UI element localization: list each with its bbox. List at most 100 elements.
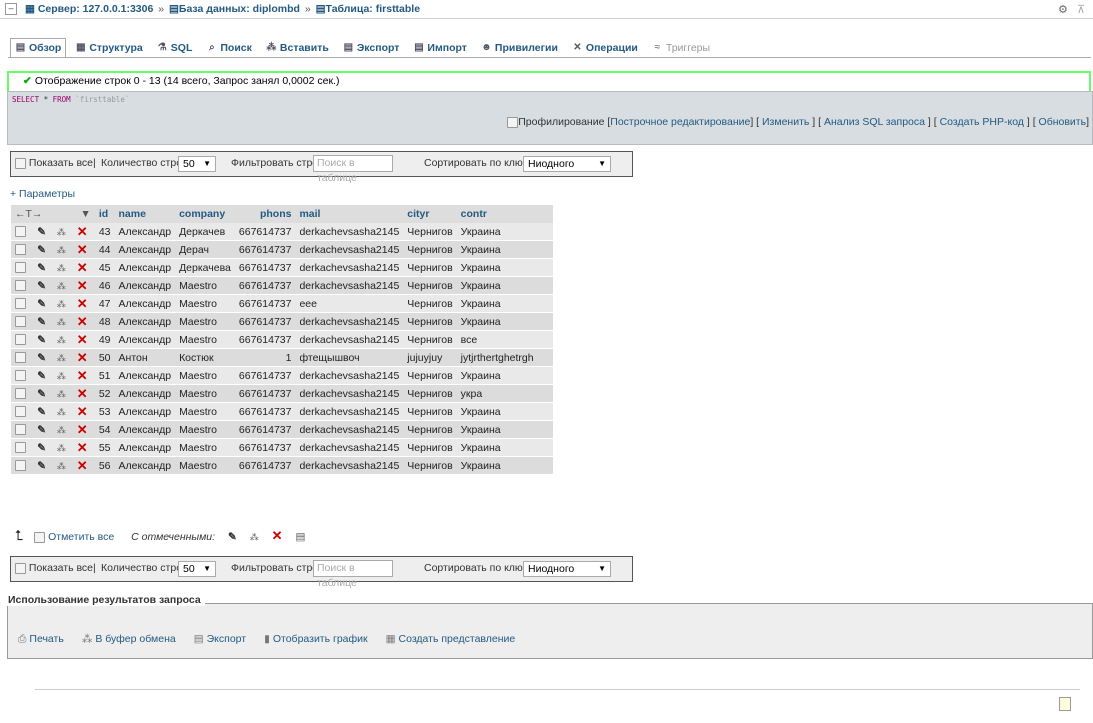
column-arrows-header[interactable]: ←T→ ▼ — [11, 205, 95, 223]
table-cell[interactable]: Maestro — [175, 276, 235, 295]
table-cell[interactable]: Александр — [114, 438, 176, 457]
table-cell[interactable]: Maestro — [175, 312, 235, 331]
table-cell[interactable]: Украина — [456, 312, 553, 331]
table-cell[interactable]: Чернигов — [403, 402, 457, 421]
table-cell[interactable]: Maestro — [175, 438, 235, 457]
table-cell[interactable]: укра — [456, 384, 553, 403]
table-cell[interactable]: Дерач — [175, 240, 235, 259]
table-cell[interactable]: Александр — [114, 258, 176, 277]
row-checkbox[interactable] — [15, 280, 26, 292]
sort-by-key-select[interactable]: Ниодного ▼ — [523, 561, 611, 577]
table-cell[interactable]: derkachevsasha2145 — [295, 276, 404, 295]
table-cell[interactable]: Maestro — [175, 420, 235, 439]
table-cell[interactable]: фтещышвоч — [295, 348, 404, 367]
copy-row-icon[interactable]: ⁂ — [57, 425, 66, 435]
table-cell[interactable]: Украина — [456, 402, 553, 421]
copy-row-icon[interactable]: ⁂ — [57, 335, 66, 345]
tab-import[interactable]: ▤ Импорт — [408, 38, 472, 57]
table-cell[interactable]: Александр — [114, 456, 176, 475]
table-cell[interactable]: 44 — [94, 240, 115, 259]
check-all-checkbox[interactable] — [34, 531, 46, 543]
inline-edit-link[interactable]: Построчное редактирование — [610, 116, 750, 128]
copy-row-icon[interactable]: ⁂ — [57, 371, 66, 381]
show-all-checkbox[interactable] — [15, 157, 26, 169]
edit-pencil-icon[interactable]: ✎ — [37, 442, 46, 454]
table-cell[interactable]: 667614737 — [234, 438, 296, 457]
row-checkbox[interactable] — [15, 352, 26, 364]
row-checkbox[interactable] — [15, 298, 26, 310]
collapse-navigation-button[interactable]: – — [5, 3, 17, 15]
options-link[interactable]: + Параметры — [10, 188, 75, 200]
settings-icon[interactable]: ⚙ — [1058, 4, 1068, 16]
table-cell[interactable]: 667614737 — [234, 456, 296, 475]
table-cell[interactable]: Maestro — [175, 330, 235, 349]
edit-pencil-icon[interactable]: ✎ — [37, 298, 46, 310]
table-cell[interactable]: 667614737 — [234, 384, 296, 403]
table-cell[interactable]: derkachevsasha2145 — [295, 312, 404, 331]
breadcrumb-database[interactable]: База данных: diplombd — [179, 3, 300, 15]
copy-row-icon[interactable]: ⁂ — [57, 407, 66, 417]
delete-selected-icon[interactable]: ✕ — [272, 528, 283, 543]
table-cell[interactable]: Maestro — [175, 402, 235, 421]
tab-insert[interactable]: ⁂ Вставить — [261, 38, 334, 57]
delete-row-icon[interactable]: ✕ — [77, 296, 88, 311]
edit-pencil-icon[interactable]: ✎ — [37, 370, 46, 382]
table-cell[interactable]: 52 — [94, 384, 115, 403]
tab-sql[interactable]: ⚗ SQL — [152, 38, 198, 57]
column-header-id[interactable]: id — [94, 205, 115, 223]
breadcrumb-server[interactable]: Сервер: 127.0.0.1:3306 — [38, 3, 153, 15]
row-checkbox[interactable] — [15, 334, 26, 346]
table-cell[interactable]: derkachevsasha2145 — [295, 258, 404, 277]
create-view-link[interactable]: ▦ Создать представление — [386, 633, 516, 646]
show-all-checkbox[interactable] — [15, 562, 26, 574]
tab-operations[interactable]: ✕ Операции — [567, 38, 643, 57]
row-checkbox[interactable] — [15, 442, 26, 454]
console-icon[interactable] — [1059, 697, 1071, 711]
table-cell[interactable]: derkachevsasha2145 — [295, 402, 404, 421]
table-cell[interactable]: Александр — [114, 384, 176, 403]
clipboard-link[interactable]: ⁂ В буфер обмена — [82, 633, 176, 646]
edit-pencil-icon[interactable]: ✎ — [37, 262, 46, 274]
delete-row-icon[interactable]: ✕ — [77, 350, 88, 365]
column-header-company[interactable]: company — [175, 205, 235, 223]
column-header-phons[interactable]: phons — [234, 205, 296, 223]
table-cell[interactable]: 667614737 — [234, 294, 296, 313]
tab-browse[interactable]: ▤ Обзор — [10, 38, 67, 57]
delete-row-icon[interactable]: ✕ — [77, 386, 88, 401]
delete-row-icon[interactable]: ✕ — [77, 260, 88, 275]
table-cell[interactable]: 667614737 — [234, 420, 296, 439]
table-cell[interactable]: Украина — [456, 240, 553, 259]
edit-pencil-icon[interactable]: ✎ — [37, 460, 46, 472]
table-cell[interactable]: 45 — [94, 258, 115, 277]
row-checkbox[interactable] — [15, 262, 26, 274]
table-cell[interactable]: Чернигов — [403, 223, 457, 241]
print-link[interactable]: ⎙ Печать — [18, 633, 64, 646]
copy-row-icon[interactable]: ⁂ — [57, 317, 66, 327]
delete-row-icon[interactable]: ✕ — [77, 278, 88, 293]
table-cell[interactable]: Чернигов — [403, 456, 457, 475]
row-checkbox[interactable] — [15, 406, 26, 418]
row-checkbox[interactable] — [15, 244, 26, 256]
table-cell[interactable]: Александр — [114, 312, 176, 331]
table-cell[interactable]: Чернигов — [403, 330, 457, 349]
table-cell[interactable]: Чернигов — [403, 420, 457, 439]
copy-row-icon[interactable]: ⁂ — [57, 461, 66, 471]
column-header-cityr[interactable]: cityr — [403, 205, 457, 223]
edit-pencil-icon[interactable]: ✎ — [37, 424, 46, 436]
edit-pencil-icon[interactable]: ✎ — [37, 406, 46, 418]
table-cell[interactable]: Maestro — [175, 294, 235, 313]
table-cell[interactable]: Антон — [114, 348, 176, 367]
tab-structure[interactable]: ▦ Структура — [70, 38, 147, 57]
sort-by-key-select[interactable]: Ниодного ▼ — [523, 156, 611, 172]
table-cell[interactable]: Деркачева — [175, 258, 235, 277]
table-cell[interactable]: 667614737 — [234, 312, 296, 331]
table-cell[interactable]: 667614737 — [234, 276, 296, 295]
table-cell[interactable]: 43 — [94, 223, 115, 241]
table-cell[interactable]: Maestro — [175, 384, 235, 403]
edit-selected-icon[interactable]: ✎ — [228, 531, 237, 543]
table-cell[interactable]: Украина — [456, 276, 553, 295]
table-cell[interactable]: Чернигов — [403, 384, 457, 403]
copy-row-icon[interactable]: ⁂ — [57, 281, 66, 291]
column-header-contr[interactable]: contr — [456, 205, 553, 223]
delete-row-icon[interactable]: ✕ — [77, 224, 88, 239]
